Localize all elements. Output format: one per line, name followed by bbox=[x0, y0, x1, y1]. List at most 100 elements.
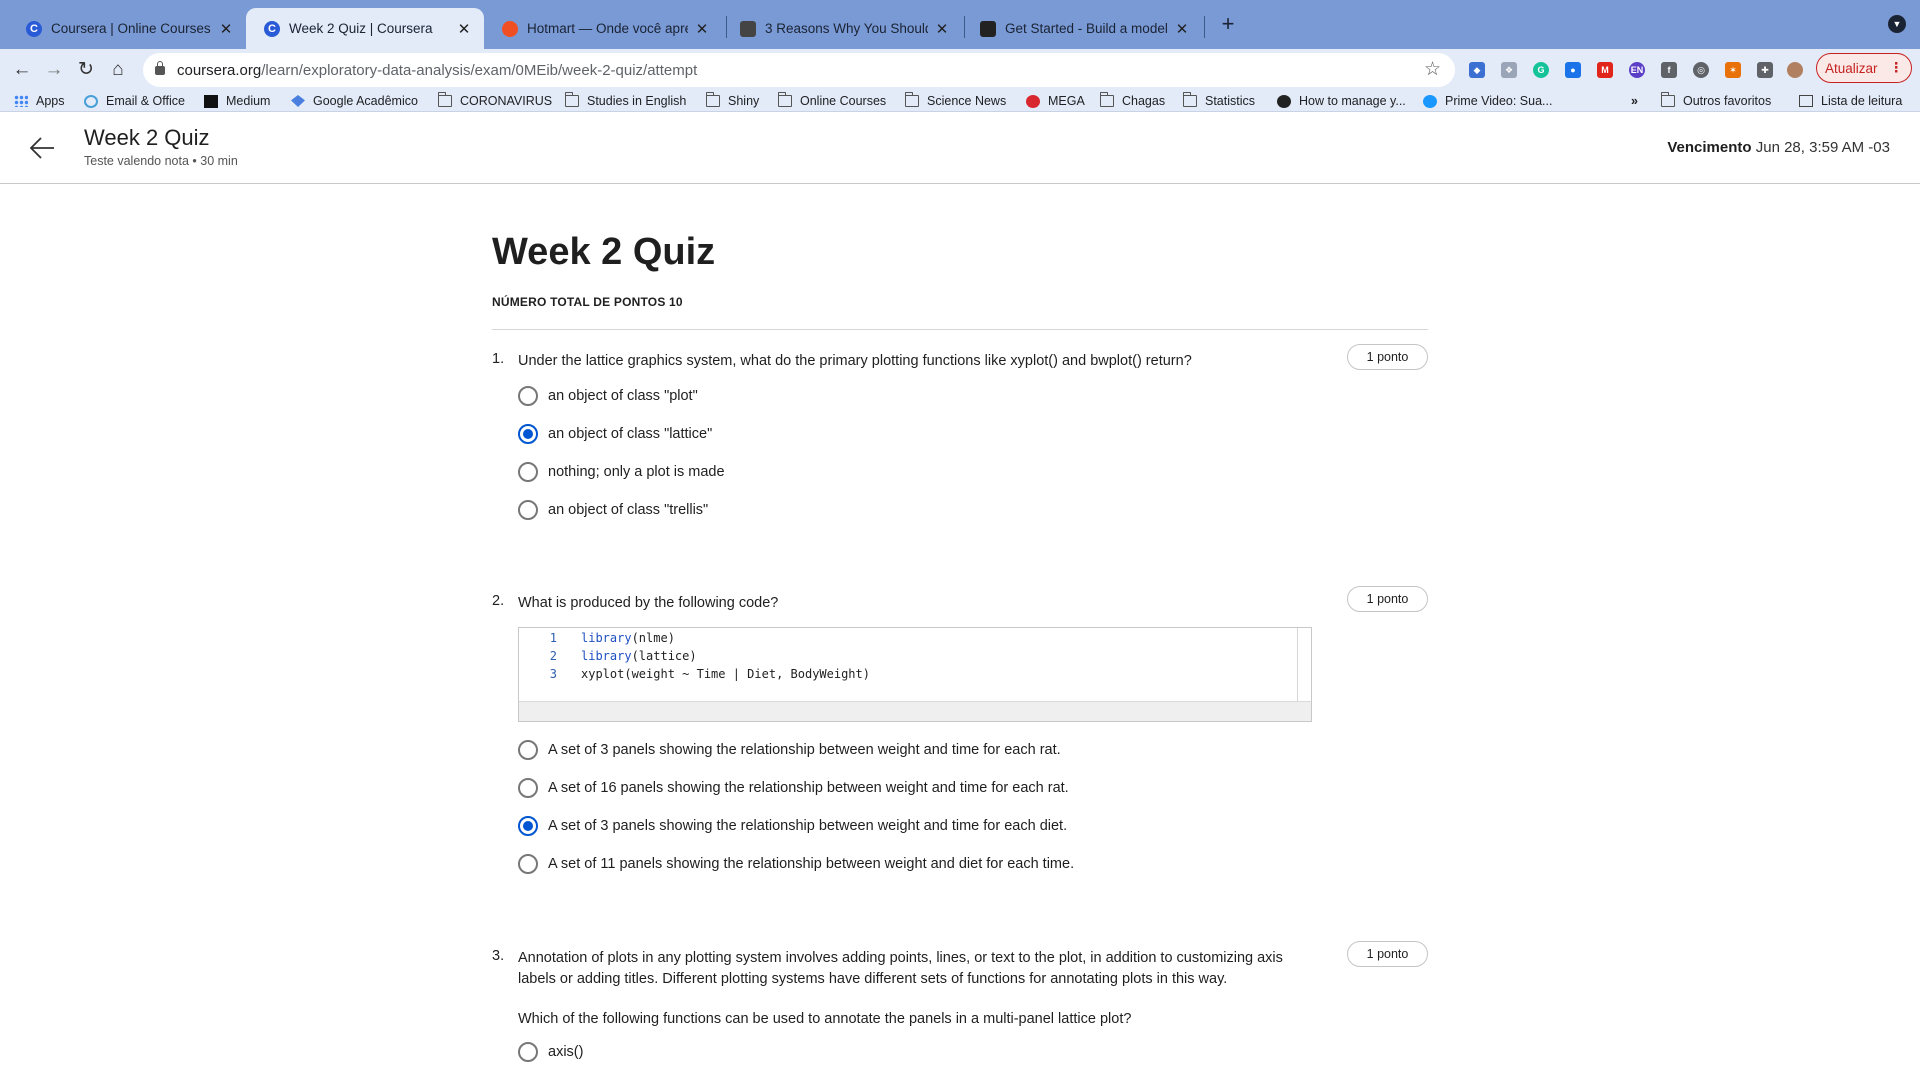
back-arrow-icon[interactable] bbox=[28, 134, 56, 162]
tab-get-started[interactable]: Get Started - Build a model ✕ bbox=[962, 8, 1202, 49]
header-title: Week 2 Quiz bbox=[84, 125, 210, 150]
option-radio[interactable]: A set of 3 panels showing the relationsh… bbox=[518, 815, 1067, 837]
bookmarks-overflow-button[interactable]: » bbox=[1631, 91, 1638, 111]
folder-icon bbox=[1182, 92, 1197, 107]
option-label: A set of 3 panels showing the relationsh… bbox=[548, 818, 1068, 834]
hotmart-icon bbox=[502, 20, 518, 37]
folder-icon bbox=[1660, 92, 1675, 107]
close-icon[interactable]: ✕ bbox=[218, 20, 234, 38]
tab-title: 3 Reasons Why You Should Pre bbox=[765, 21, 928, 36]
question-text: What is produced by the following code? bbox=[518, 595, 779, 611]
radio-button[interactable] bbox=[518, 1042, 538, 1062]
radio-button[interactable] bbox=[518, 778, 538, 798]
tab-coursera-home[interactable]: C Coursera | Online Courses & Cr ✕ bbox=[8, 8, 246, 49]
back-icon[interactable]: ← bbox=[10, 58, 34, 82]
translate-icon[interactable]: EN bbox=[1629, 62, 1645, 78]
bookmark-folder-other[interactable]: Outros favoritos bbox=[1660, 91, 1771, 111]
chat-icon[interactable]: ◎ bbox=[1693, 62, 1709, 78]
option-label: axis() bbox=[548, 1044, 584, 1060]
reading-list-button[interactable]: Lista de leitura bbox=[1799, 91, 1902, 111]
points-badge: 1 ponto bbox=[1347, 941, 1428, 967]
dropbox-icon[interactable]: ❖ bbox=[1501, 62, 1517, 78]
grammarly-icon[interactable]: G bbox=[1533, 62, 1549, 78]
option-radio[interactable]: A set of 16 panels showing the relations… bbox=[518, 777, 1069, 799]
bookmark-folder-statistics[interactable]: Statistics bbox=[1182, 91, 1255, 111]
prime-video-icon bbox=[1423, 94, 1437, 108]
radio-button[interactable] bbox=[518, 462, 538, 482]
lock-icon bbox=[155, 60, 165, 75]
tab-title: Get Started - Build a model bbox=[1005, 21, 1168, 36]
bookmark-folder-science-news[interactable]: Science News bbox=[904, 91, 1006, 111]
reload-icon[interactable]: ↻ bbox=[74, 58, 98, 82]
mendeley-icon[interactable]: M bbox=[1597, 62, 1613, 78]
total-points: NÚMERO TOTAL DE PONTOS 10 bbox=[492, 295, 683, 309]
home-icon[interactable]: ⌂ bbox=[106, 58, 130, 82]
radio-button[interactable] bbox=[518, 740, 538, 760]
tab-search-icon[interactable]: ▼ bbox=[1888, 15, 1906, 33]
tensorflow-icon bbox=[980, 20, 996, 37]
tab-separator bbox=[1204, 16, 1205, 38]
question-text: Annotation of plots in any plotting syst… bbox=[518, 950, 1283, 987]
bookmark-how-to-manage[interactable]: How to manage y... bbox=[1277, 91, 1406, 111]
option-radio[interactable]: A set of 11 panels showing the relations… bbox=[518, 853, 1074, 875]
puzzle-icon[interactable]: ✚ bbox=[1757, 62, 1773, 78]
option-radio[interactable]: an object of class "lattice" bbox=[518, 423, 712, 445]
bookmark-folder-shiny[interactable]: Shiny bbox=[705, 91, 759, 111]
bookmark-apps[interactable]: Apps bbox=[14, 91, 65, 111]
extension-icon[interactable]: ✶ bbox=[1725, 62, 1741, 78]
tab-hotmart[interactable]: Hotmart — Onde você aprende ✕ bbox=[484, 8, 722, 49]
option-label: A set of 3 panels showing the relationsh… bbox=[548, 742, 1061, 758]
extension-icon[interactable]: ◆ bbox=[1469, 62, 1485, 78]
extension-icon[interactable]: ● bbox=[1565, 62, 1581, 78]
globe-icon bbox=[1277, 94, 1291, 108]
new-tab-button[interactable]: + bbox=[1214, 10, 1242, 38]
url-text[interactable]: coursera.org/learn/exploratory-data-anal… bbox=[177, 62, 697, 79]
close-icon[interactable]: ✕ bbox=[1174, 20, 1190, 38]
close-icon[interactable]: ✕ bbox=[934, 20, 950, 38]
radio-button[interactable] bbox=[518, 500, 538, 520]
radio-button[interactable] bbox=[518, 854, 538, 874]
medium-icon bbox=[204, 94, 218, 108]
code-editor: 1 library(nlme) 2 library(lattice) 3 xyplot… bbox=[519, 628, 1298, 701]
avatar[interactable] bbox=[1787, 62, 1803, 78]
due-date: Vencimento Jun 28, 3:59 AM -03 bbox=[1667, 139, 1890, 156]
radio-button-selected[interactable] bbox=[518, 424, 538, 444]
question-number: 2. bbox=[492, 593, 505, 609]
question-prompt: Which of the following functions can be … bbox=[518, 1011, 1132, 1027]
bookmark-medium[interactable]: Medium bbox=[204, 91, 270, 111]
bookmark-prime-video[interactable]: Prime Video: Sua... bbox=[1423, 91, 1552, 111]
tab-title: Week 2 Quiz | Coursera bbox=[289, 21, 433, 36]
bookmark-folder-online-courses[interactable]: Online Courses bbox=[777, 91, 886, 111]
tab-3-reasons[interactable]: 3 Reasons Why You Should Pre ✕ bbox=[722, 8, 962, 49]
close-icon[interactable]: ✕ bbox=[456, 20, 472, 38]
bookmark-google-academico[interactable]: Google Acadêmico bbox=[291, 91, 418, 111]
radio-button-selected[interactable] bbox=[518, 816, 538, 836]
bookmark-star-icon[interactable]: ☆ bbox=[1424, 58, 1441, 81]
reading-list-icon bbox=[1799, 95, 1813, 107]
bookmark-mega[interactable]: MEGA bbox=[1026, 91, 1085, 111]
option-radio[interactable]: nothing; only a plot is made bbox=[518, 461, 725, 483]
option-label: nothing; only a plot is made bbox=[548, 464, 725, 480]
facebook-icon[interactable]: f bbox=[1661, 62, 1677, 78]
forward-icon[interactable]: → bbox=[42, 58, 66, 82]
bookmark-email-office[interactable]: Email & Office bbox=[84, 91, 185, 111]
option-radio[interactable]: an object of class "trellis" bbox=[518, 499, 708, 521]
option-radio[interactable]: an object of class "plot" bbox=[518, 385, 698, 407]
points-badge: 1 ponto bbox=[1347, 586, 1428, 612]
bookmark-folder-coronavirus[interactable]: CORONAVIRUS bbox=[437, 91, 552, 111]
radio-button[interactable] bbox=[518, 386, 538, 406]
option-label: an object of class "plot" bbox=[548, 388, 698, 404]
option-radio[interactable]: A set of 3 panels showing the relationsh… bbox=[518, 739, 1061, 761]
code-scrollbar[interactable] bbox=[519, 701, 1311, 721]
folder-icon bbox=[705, 92, 720, 107]
bookmark-folder-studies[interactable]: Studies in English bbox=[564, 91, 686, 111]
tab-week-2-quiz[interactable]: C Week 2 Quiz | Coursera ✕ bbox=[246, 8, 484, 49]
coursera-icon: C bbox=[264, 20, 280, 37]
close-icon[interactable]: ✕ bbox=[694, 20, 710, 38]
code-line: 1 library(nlme) bbox=[549, 631, 675, 645]
bookmark-folder-chagas[interactable]: Chagas bbox=[1099, 91, 1165, 111]
update-button[interactable]: Atualizar ⋮ bbox=[1816, 53, 1912, 83]
address-bar[interactable]: coursera.org/learn/exploratory-data-anal… bbox=[143, 53, 1455, 87]
scholar-icon bbox=[291, 95, 305, 107]
option-radio[interactable]: axis() bbox=[518, 1041, 583, 1063]
